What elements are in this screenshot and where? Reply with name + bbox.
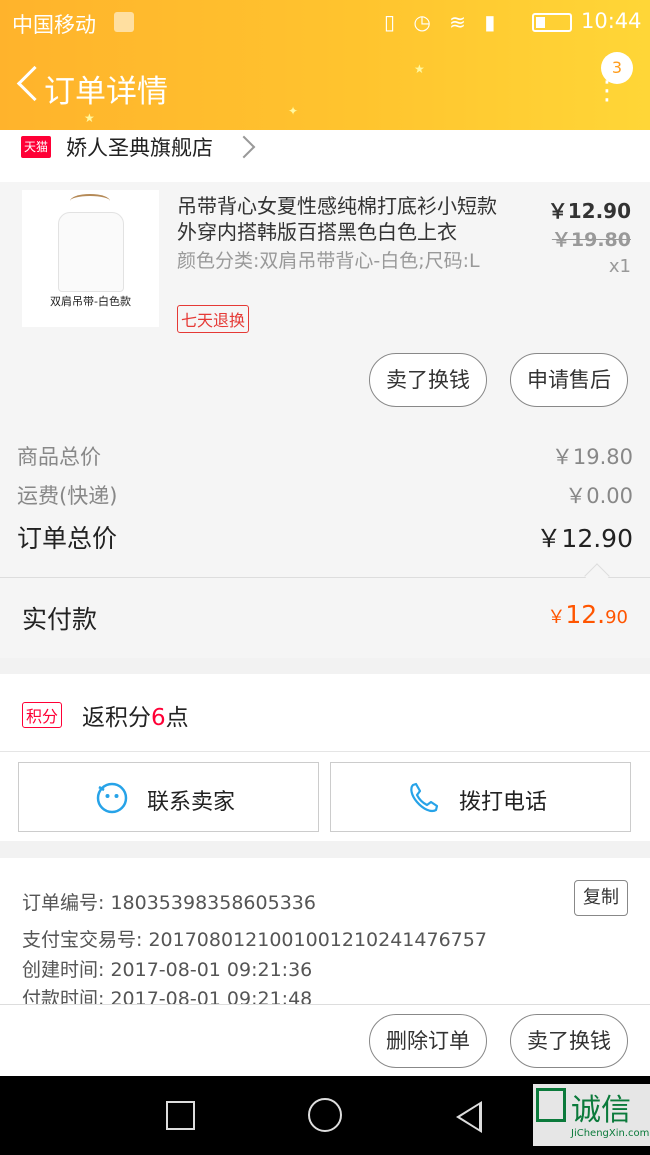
shipping-value: ￥0.00 [565,484,633,508]
thumbnail-caption: 双肩吊带-白色款 [50,295,131,308]
seven-day-return-tag: 七天退换 [177,305,250,333]
contact-row: 联系卖家 拨打电话 [0,751,650,841]
points-count: 6 [151,705,166,731]
product-item[interactable]: 双肩吊带-白色款 吊带背心女夏性感纯棉打底衫小短款外穿内搭韩版百搭黑色白色上衣 … [0,182,650,415]
after-sale-button[interactable]: 申请售后 [510,353,628,407]
watermark: 诚信 JiChengXin.com [533,1084,650,1146]
order-number-value: 18035398358605336 [110,892,316,914]
contact-seller-label: 联系卖家 [147,790,236,815]
goods-total-label: 商品总价 [17,445,101,469]
points-text: 返积分6点 [82,698,189,732]
watermark-text: 诚信 [571,1093,631,1128]
goods-total-value: ￥19.80 [551,445,633,469]
store-name[interactable]: 娇人圣典旗舰店 [66,132,213,162]
paid-value: ￥12.90 [547,600,628,629]
call-phone-label: 拨打电话 [459,790,548,815]
contact-seller-button[interactable]: 联系卖家 [18,762,319,832]
created-value: 2017-08-01 09:21:36 [110,959,313,981]
carrier-name: 中国移动 [12,13,96,37]
camisole-graphic [58,212,124,292]
nav-back-icon[interactable] [456,1101,482,1133]
sell-button[interactable]: 卖了换钱 [369,353,487,407]
order-total-label: 订单总价 [17,524,118,553]
order-number-label: 订单编号: [22,892,105,914]
paid-integer: 12. [565,600,606,629]
sparkle-icon: ✦ [288,104,299,118]
recent-apps-icon[interactable] [166,1101,195,1130]
points-suffix: 点 [165,705,189,731]
battery-icon [532,13,572,32]
call-phone-button[interactable]: 拨打电话 [330,762,631,832]
back-arrow-icon[interactable] [8,63,44,109]
product-title[interactable]: 吊带背心女夏性感纯棉打底衫小短款外穿内搭韩版百搭黑色白色上衣 [177,193,511,245]
sim-icon [114,12,134,32]
system-icons: ▯ ◷ ≋ ▮ [384,10,502,34]
paid-decimal: 90 [605,607,628,628]
watermark-logo-icon [536,1088,566,1122]
message-badge[interactable]: 3 [601,52,633,84]
product-quantity: x1 [608,256,631,277]
sparkle-icon: ★ [414,62,425,76]
order-total-value: ￥12.90 [536,524,633,553]
paid-label: 实付款 [22,605,98,634]
paid-currency: ￥ [547,607,566,628]
status-time: 10:44 [581,9,642,33]
watermark-subtext: JiChengXin.com [571,1128,650,1139]
sparkle-icon: ★ [84,111,95,125]
chat-bubble-icon [96,782,128,814]
alipay-label: 支付宝交易号: [22,929,143,951]
store-row[interactable]: 天猫 娇人圣典旗舰店 [0,130,650,182]
points-prefix: 返积分 [82,705,151,731]
price-summary: 商品总价 ￥19.80 运费(快递) ￥0.00 订单总价 ￥12.90 [0,415,650,578]
phone-icon [410,782,439,813]
chevron-right-icon[interactable] [232,135,256,159]
points-tag: 积分 [22,702,63,728]
delete-order-button[interactable]: 删除订单 [369,1014,487,1068]
page-title: 订单详情 [44,74,168,110]
tmall-icon: 天猫 [21,136,51,158]
bottom-action-bar: 删除订单 卖了换钱 [0,1004,650,1076]
product-price: ￥12.90 [547,199,631,223]
shipping-label: 运费(快递) [17,484,118,508]
paid-amount-row: 实付款 ￥12.90 [0,578,650,658]
header-bar: 中国移动 ▯ ◷ ≋ ▮ 10:44 ★ ★ ✦ 订单详情 ⋮ 3 [0,0,650,130]
product-original-price: ￥19.80 [551,229,631,251]
copy-button[interactable]: 复制 [574,880,628,916]
product-thumbnail[interactable]: 双肩吊带-白色款 [22,190,159,327]
created-label: 创建时间: [22,959,105,981]
alipay-value: 2017080121001001210241476757 [148,929,487,951]
status-bar: 中国移动 ▯ ◷ ≋ ▮ 10:44 [0,0,650,44]
points-row: 积分 返积分6点 [0,674,650,751]
order-number: 订单编号: 18035398358605336 [22,888,316,915]
system-nav-bar: 诚信 JiChengXin.com [0,1076,650,1155]
created-time: 创建时间: 2017-08-01 09:21:36 [22,955,312,982]
hanger-graphic [70,194,110,208]
order-info: 订单编号: 18035398358605336 复制 支付宝交易号: 20170… [0,858,650,1010]
alipay-number: 支付宝交易号: 2017080121001001210241476757 [22,925,487,952]
home-icon[interactable] [308,1098,342,1132]
sell-button-bottom[interactable]: 卖了换钱 [510,1014,628,1068]
product-variant: 颜色分类:双肩吊带背心-白色;尺码:L [177,250,480,272]
